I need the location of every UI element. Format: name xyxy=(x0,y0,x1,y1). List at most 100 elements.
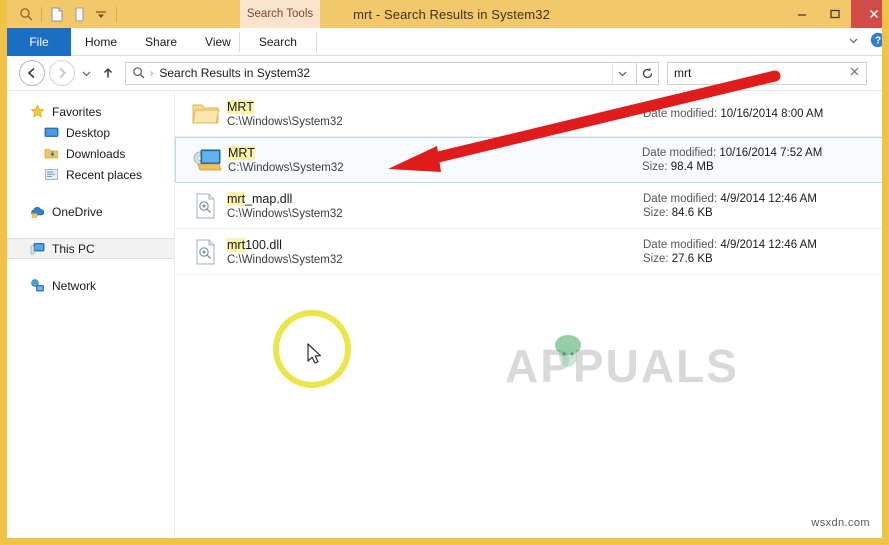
file-name: mrt_map.dll xyxy=(227,191,293,206)
tab-search[interactable]: Search xyxy=(238,28,317,56)
customize-qat-icon[interactable] xyxy=(90,3,112,25)
file-metadata: Date modified: 10/16/2014 7:52 AM Size: … xyxy=(642,147,877,173)
qat-separator-1 xyxy=(41,6,42,22)
wsxdn-watermark: wsxdn.com xyxy=(811,517,870,529)
up-button[interactable] xyxy=(97,60,119,86)
star-icon xyxy=(29,104,45,120)
window-title: mrt - Search Results in System32 xyxy=(353,6,550,22)
search-tools-contextual-tab: Search Tools xyxy=(240,0,320,28)
date-modified-line: Date modified: 10/16/2014 8:00 AM xyxy=(643,107,824,120)
quick-access-toolbar xyxy=(7,0,121,28)
file-metadata: Date modified: 4/9/2014 12:46 AM Size: 8… xyxy=(643,193,878,219)
table-row[interactable]: MRT C:\Windows\System32 Date modified: 1… xyxy=(175,137,882,183)
folder-icon xyxy=(189,101,223,127)
address-search-icon xyxy=(132,66,146,80)
table-row[interactable]: mrt100.dll C:\Windows\System32 Date modi… xyxy=(175,229,882,275)
svg-text:?: ? xyxy=(875,36,881,47)
explorer-window: Search Tools mrt - Search Results in Sys… xyxy=(0,0,889,545)
sidebar-item-favorites[interactable]: Favorites xyxy=(7,101,174,122)
new-folder-qat-icon[interactable] xyxy=(46,3,68,25)
recent-locations-button[interactable] xyxy=(77,60,95,86)
file-metadata: Date modified: 4/9/2014 12:46 AM Size: 2… xyxy=(643,239,878,265)
sidebar-gap-2 xyxy=(7,222,174,238)
appuals-logo-icon xyxy=(555,335,581,367)
address-bar[interactable]: › Search Results in System32 xyxy=(125,61,637,85)
this-pc-icon xyxy=(29,241,45,257)
clear-search-icon[interactable] xyxy=(849,66,860,80)
file-name: mrt100.dll xyxy=(227,237,282,252)
sidebar-item-onedrive[interactable]: OneDrive xyxy=(7,201,174,222)
file-name-block: mrt_map.dll C:\Windows\System32 xyxy=(227,191,643,220)
file-path: C:\Windows\System32 xyxy=(227,115,343,128)
search-value[interactable]: mrt xyxy=(674,66,849,80)
file-path: C:\Windows\System32 xyxy=(227,253,343,266)
date-modified-line: Date modified: 10/16/2014 7:52 AM xyxy=(642,147,823,159)
sidebar-item-desktop[interactable]: Desktop xyxy=(7,122,174,143)
content-area: Favorites Desktop Downloads Recent place… xyxy=(7,91,882,538)
size-line: Size: 84.6 KB xyxy=(643,206,713,219)
file-name-block: mrt100.dll C:\Windows\System32 xyxy=(227,237,643,266)
desktop-icon xyxy=(43,125,59,141)
tab-file[interactable]: File xyxy=(7,28,71,56)
window-controls xyxy=(785,0,882,28)
title-bar: Search Tools mrt - Search Results in Sys… xyxy=(7,0,882,28)
tab-home[interactable]: Home xyxy=(71,28,131,56)
refresh-button[interactable] xyxy=(637,61,659,85)
downloads-icon xyxy=(43,146,59,162)
sidebar-item-label: Desktop xyxy=(66,125,111,140)
table-row[interactable]: mrt_map.dll C:\Windows\System32 Date mod… xyxy=(175,183,882,229)
date-modified-line: Date modified: 4/9/2014 12:46 AM xyxy=(643,238,817,251)
help-icon[interactable]: ? xyxy=(870,32,882,51)
file-name-block: MRT C:\Windows\System32 xyxy=(228,146,642,174)
sidebar-item-label: OneDrive xyxy=(52,204,103,219)
tab-view[interactable]: View xyxy=(191,28,245,56)
back-button[interactable] xyxy=(19,60,45,86)
sidebar-item-label: Network xyxy=(52,278,97,293)
sidebar-gap-3 xyxy=(7,259,174,275)
sidebar-item-this-pc[interactable]: This PC xyxy=(7,238,174,259)
breadcrumb-separator: › xyxy=(150,67,154,79)
tab-share[interactable]: Share xyxy=(131,28,191,56)
chevron-down-icon[interactable] xyxy=(847,34,860,50)
file-metadata: Date modified: 10/16/2014 8:00 AM xyxy=(643,108,878,120)
close-button[interactable] xyxy=(851,0,882,28)
size-line: Size: 98.4 MB xyxy=(642,161,714,173)
sidebar-item-label: Favorites xyxy=(52,104,102,119)
file-path: C:\Windows\System32 xyxy=(228,162,344,174)
sidebar-gap-1 xyxy=(7,185,174,201)
maximize-button[interactable] xyxy=(818,0,851,28)
mrt-app-icon xyxy=(190,146,224,174)
date-modified-line: Date modified: 4/9/2014 12:46 AM xyxy=(643,192,817,205)
table-row[interactable]: MRT C:\Windows\System32 Date modified: 1… xyxy=(175,91,882,137)
recent-places-icon xyxy=(43,167,59,183)
sidebar-item-label: Recent places xyxy=(66,167,143,182)
sidebar-item-network[interactable]: Network xyxy=(7,275,174,296)
size-line: Size: 27.6 KB xyxy=(643,252,713,265)
sidebar-item-label: This PC xyxy=(52,241,95,256)
address-dropdown-icon[interactable] xyxy=(612,61,632,85)
file-path: C:\Windows\System32 xyxy=(227,207,343,220)
appuals-watermark: APPUALS xyxy=(505,340,739,392)
dll-icon xyxy=(189,192,223,220)
search-input[interactable]: mrt xyxy=(667,61,867,85)
file-name: MRT xyxy=(227,99,254,114)
network-icon xyxy=(29,278,45,294)
navigation-pane: Favorites Desktop Downloads Recent place… xyxy=(7,91,175,538)
breadcrumb[interactable]: Search Results in System32 xyxy=(159,66,310,80)
file-list[interactable]: MRT C:\Windows\System32 Date modified: 1… xyxy=(175,91,882,538)
sidebar-item-recent-places[interactable]: Recent places xyxy=(7,164,174,185)
dll-icon xyxy=(189,238,223,266)
forward-button[interactable] xyxy=(49,60,75,86)
qat-separator-2 xyxy=(116,6,117,22)
sidebar-item-label: Downloads xyxy=(66,146,126,161)
ribbon-right-controls: ? xyxy=(847,28,882,55)
onedrive-icon xyxy=(29,204,45,220)
search-qat-icon[interactable] xyxy=(15,3,37,25)
file-name: MRT xyxy=(228,146,255,160)
properties-qat-icon[interactable] xyxy=(68,3,90,25)
minimize-button[interactable] xyxy=(785,0,818,28)
ribbon-tab-bar: File Home Share View Search ? xyxy=(7,28,882,56)
address-bar-row: › Search Results in System32 mrt xyxy=(7,56,882,91)
file-name-block: MRT C:\Windows\System32 xyxy=(227,99,643,128)
sidebar-item-downloads[interactable]: Downloads xyxy=(7,143,174,164)
